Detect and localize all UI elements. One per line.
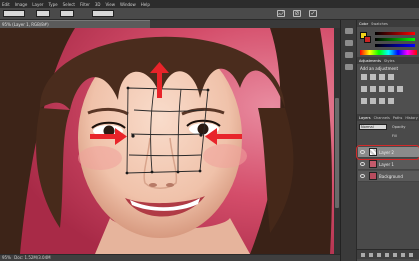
menu-select[interactable]: Select	[63, 2, 75, 7]
layer-name: Layer 1	[379, 162, 394, 167]
layers-panel-tabs: Layers Channels Paths History	[357, 114, 419, 121]
menu-bar: Edit Image Layer Type Select Filter 3D V…	[0, 0, 419, 8]
black-white-icon[interactable]	[379, 86, 385, 92]
folder-icon[interactable]	[393, 253, 397, 257]
tab-history[interactable]: History	[405, 116, 417, 120]
menu-image[interactable]: Image	[15, 2, 28, 7]
color-balance-icon[interactable]	[370, 86, 376, 92]
check-icon[interactable]: ✓	[309, 10, 317, 17]
tab-adjustments[interactable]: Adjustments	[359, 59, 381, 63]
doc-size-readout: Doc: 1.52M/3.04M	[14, 255, 51, 260]
cancel-icon[interactable]: ⊘	[293, 10, 301, 17]
fill-label: Fill	[392, 134, 397, 138]
canvas[interactable]	[0, 28, 340, 254]
exposure-icon[interactable]	[388, 74, 394, 80]
document-tab[interactable]: 95% (Layer 1, RGB/8#)	[0, 20, 150, 28]
visibility-eye-icon[interactable]	[360, 162, 365, 166]
brightness-icon[interactable]	[361, 74, 367, 80]
menu-type[interactable]: Type	[48, 2, 57, 7]
color-slider-g[interactable]	[375, 38, 415, 41]
v-distortion-field[interactable]	[92, 10, 114, 17]
visibility-eye-icon[interactable]	[360, 174, 365, 178]
menu-layer[interactable]: Layer	[32, 2, 43, 7]
link-layers-icon[interactable]	[361, 253, 365, 257]
hue-saturation-icon[interactable]	[361, 86, 367, 92]
menu-help[interactable]: Help	[141, 2, 150, 7]
rotate-icon[interactable]: ⤾	[277, 10, 285, 17]
panel-dock	[340, 20, 356, 261]
adjustment-layer-icon[interactable]	[385, 253, 389, 257]
adjustments-panel: Add an adjustment	[357, 64, 419, 114]
new-layer-icon[interactable]	[401, 253, 405, 257]
color-slider-r[interactable]	[375, 32, 415, 35]
highlight-ring	[356, 145, 419, 160]
mask-icon[interactable]	[377, 253, 381, 257]
menu-filter[interactable]: Filter	[80, 2, 90, 7]
h-distortion-field[interactable]	[60, 10, 74, 17]
background-swatch[interactable]	[364, 36, 371, 43]
threshold-icon[interactable]	[379, 98, 385, 104]
tab-styles[interactable]: Styles	[384, 59, 395, 63]
opacity-label: Opacity	[392, 125, 406, 129]
warp-preset-dropdown[interactable]	[3, 10, 25, 17]
bend-field[interactable]	[36, 10, 50, 17]
posterize-icon[interactable]	[370, 98, 376, 104]
curves-icon[interactable]	[379, 74, 385, 80]
adjustments-title: Add an adjustment	[360, 66, 399, 71]
color-panel	[357, 27, 419, 57]
history-icon[interactable]	[345, 28, 353, 34]
levels-icon[interactable]	[370, 74, 376, 80]
status-bar: 95% Doc: 1.52M/3.04M	[0, 254, 340, 261]
menu-view[interactable]: View	[106, 2, 116, 7]
adjustments-panel-tabs: Adjustments Styles	[357, 57, 419, 64]
gradient-map-icon[interactable]	[388, 98, 394, 104]
trash-icon[interactable]	[409, 253, 413, 257]
fx-icon[interactable]	[369, 253, 373, 257]
layer-thumbnail	[369, 172, 377, 180]
menu-3d[interactable]: 3D	[95, 2, 101, 7]
right-panels: Color Swatches Adjustments Styles Add an…	[356, 20, 419, 261]
tab-layers[interactable]: Layers	[359, 116, 371, 120]
tab-channels[interactable]: Channels	[374, 116, 390, 120]
layer-row[interactable]: Background	[358, 171, 419, 182]
tab-swatches[interactable]: Swatches	[371, 22, 388, 26]
layers-footer	[357, 249, 419, 259]
menu-edit[interactable]: Edit	[2, 2, 10, 7]
brush-presets-icon[interactable]	[345, 52, 353, 58]
invert-icon[interactable]	[361, 98, 367, 104]
zoom-readout[interactable]: 95%	[0, 255, 11, 260]
spectrum-bar[interactable]	[360, 50, 417, 55]
channel-mixer-icon[interactable]	[397, 86, 403, 92]
options-bar: ⤾ ⊘ ✓	[0, 8, 419, 20]
blend-mode-dropdown[interactable]: Normal	[359, 124, 387, 130]
tab-paths[interactable]: Paths	[393, 116, 403, 120]
layers-panel: Normal Opacity Fill Layer 2 Layer 1 Back…	[356, 121, 419, 261]
document-tab-title: 95% (Layer 1, RGB/8#)	[2, 22, 49, 27]
color-panel-tabs: Color Swatches	[357, 20, 419, 27]
layer-thumbnail	[369, 160, 377, 168]
menu-window[interactable]: Window	[120, 2, 136, 7]
character-icon[interactable]	[345, 64, 353, 70]
photo-filter-icon[interactable]	[388, 86, 394, 92]
photo-artwork	[0, 28, 340, 254]
layer-row[interactable]: Layer 1	[358, 159, 419, 170]
color-slider-b[interactable]	[375, 44, 415, 47]
scrollbar-thumb[interactable]	[335, 98, 339, 208]
tab-color[interactable]: Color	[359, 22, 368, 26]
properties-icon[interactable]	[345, 40, 353, 46]
layer-name: Background	[379, 174, 403, 179]
